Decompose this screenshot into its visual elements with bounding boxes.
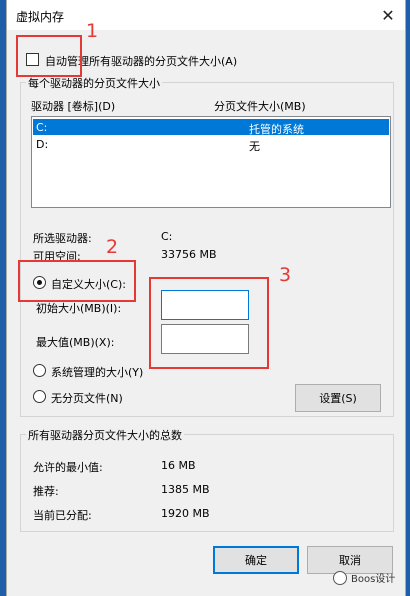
min-allowed-label: 允许的最小值: <box>33 461 103 474</box>
recommended-value: 1385 MB <box>161 483 210 496</box>
watermark: Boos设计 <box>333 570 395 585</box>
annotation-number-3: 3 <box>279 264 292 286</box>
annotation-box-1 <box>16 35 82 77</box>
drive-name: D: <box>36 138 49 151</box>
annotation-number-1: 1 <box>86 20 99 42</box>
current-allocated-value: 1920 MB <box>161 507 210 520</box>
drive-size: 托管的系统 <box>249 123 304 136</box>
recommended-label: 推荐: <box>33 485 59 498</box>
min-allowed-value: 16 MB <box>161 459 196 472</box>
system-managed-label[interactable]: 系统管理的大小(Y) <box>51 364 143 380</box>
drive-row-c[interactable]: C: 托管的系统 <box>33 119 389 136</box>
current-allocated-label: 当前已分配: <box>33 509 92 522</box>
close-button[interactable]: ✕ <box>375 3 401 27</box>
drive-row-d[interactable]: D: 无 <box>33 136 389 153</box>
ok-button[interactable]: 确定 <box>213 546 299 574</box>
annotation-number-2: 2 <box>106 236 119 258</box>
annotation-box-3 <box>149 277 269 369</box>
title-bar: 虚拟内存 ✕ <box>7 0 405 30</box>
drive-size: 无 <box>249 140 260 153</box>
size-column-header: 分页文件大小(MB) <box>214 100 306 113</box>
annotation-box-2 <box>18 260 136 302</box>
totals-group-label: 所有驱动器分页文件大小的总数 <box>26 427 184 443</box>
max-size-label: 最大值(MB)(X): <box>36 336 115 349</box>
drive-name: C: <box>36 121 48 134</box>
drive-list[interactable]: C: 托管的系统 D: 无 <box>31 116 391 208</box>
no-paging-label[interactable]: 无分页文件(N) <box>51 390 123 406</box>
wechat-icon <box>333 570 347 585</box>
watermark-text: Boos设计 <box>351 574 396 585</box>
set-button[interactable]: 设置(S) <box>295 384 381 412</box>
window-title: 虚拟内存 <box>16 10 65 24</box>
drive-column-header: 驱动器 [卷标](D) <box>31 100 116 113</box>
per-drive-group-label: 每个驱动器的分页文件大小 <box>26 75 162 91</box>
free-space-value: 33756 MB <box>161 248 217 261</box>
system-managed-radio[interactable] <box>33 364 46 377</box>
selected-drive-value: C: <box>161 230 173 243</box>
initial-size-label: 初始大小(MB)(I): <box>36 302 122 315</box>
selected-drive-label: 所选驱动器: <box>33 232 92 245</box>
no-paging-radio[interactable] <box>33 390 46 403</box>
